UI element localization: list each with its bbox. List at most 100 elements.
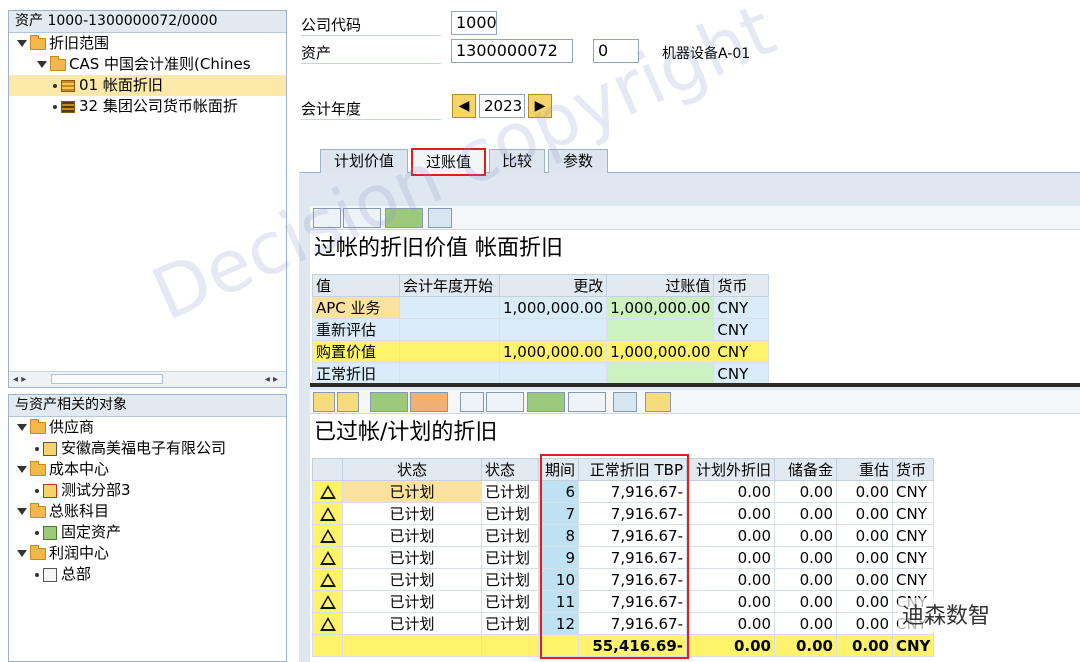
- asset-tree-panel: 资产 1000-1300000072/0000 折旧范围 CAS 中国会计准则(…: [8, 10, 287, 388]
- tab-comparison[interactable]: 比较: [489, 149, 545, 173]
- table-row[interactable]: 已计划 已计划 8 7,916.67- 0.00 0.00 0.00 CNY: [312, 524, 935, 547]
- table-row[interactable]: 重新评估 CNY: [312, 318, 770, 341]
- total-row[interactable]: 55,416.69- 0.00 0.00 0.00 CNY: [312, 634, 935, 657]
- filter-icon[interactable]: [337, 392, 359, 412]
- column-header-period[interactable]: 期间: [538, 458, 579, 481]
- warning-icon: [312, 524, 343, 547]
- tree-node-gl-account[interactable]: 总账科目: [9, 501, 286, 522]
- table-row[interactable]: 已计划 已计划 7 7,916.67- 0.00 0.00 0.00 CNY: [312, 502, 935, 525]
- horizontal-scrollbar[interactable]: ◂ ▸ ◂ ▸: [9, 371, 286, 387]
- tree-node-cost-center-name[interactable]: 测试分部3: [9, 480, 286, 501]
- column-header-reserve[interactable]: 储备金: [774, 458, 837, 481]
- table-row[interactable]: 购置价值 1,000,000.00 1,000,000.00 CNY: [312, 340, 770, 363]
- folder-icon: [30, 34, 46, 50]
- column-header-revaluation[interactable]: 重估: [836, 458, 893, 481]
- layout-menu-icon[interactable]: [568, 392, 606, 412]
- export-menu-icon[interactable]: [527, 392, 565, 412]
- asset-tree-title: 资产 1000-1300000072/0000: [9, 11, 286, 33]
- folder-icon: [50, 55, 66, 71]
- tab-parameters[interactable]: 参数: [548, 149, 608, 173]
- document-icon[interactable]: [645, 392, 671, 412]
- column-header-unplanned-depr[interactable]: 计划外折旧: [686, 458, 775, 481]
- expand-icon[interactable]: [17, 508, 27, 515]
- table-row[interactable]: 已计划 已计划 12 7,916.67- 0.00 0.00 0.00 CNY: [312, 612, 935, 635]
- info-icon[interactable]: [428, 208, 452, 228]
- expand-icon[interactable]: [17, 466, 27, 473]
- previous-year-button[interactable]: ◀: [452, 94, 476, 118]
- asset-subnumber-field[interactable]: 0: [593, 39, 639, 63]
- warning-icon: [312, 480, 343, 503]
- left-navigation: 资产 1000-1300000072/0000 折旧范围 CAS 中国会计准则(…: [0, 0, 291, 662]
- fiscal-year-label: 会计年度: [301, 100, 362, 118]
- posted-values-area: 过帐的折旧价值 帐面折旧 值 会计年度开始 更改 过账值 货币 APC 业务 1…: [310, 206, 1080, 385]
- table-header-row: 值 会计年度开始 更改 过账值 货币: [312, 274, 770, 297]
- values-toolbar: [310, 206, 1080, 230]
- related-objects-title: 与资产相关的对象: [9, 395, 286, 417]
- values-table: 值 会计年度开始 更改 过账值 货币 APC 业务 1,000,000.00 1…: [312, 274, 770, 385]
- column-header-normal-depr[interactable]: 正常折旧 TBP: [578, 458, 687, 481]
- tree-node-cost-center[interactable]: 成本中心: [9, 459, 286, 480]
- warning-icon: [312, 590, 343, 613]
- account-icon: [43, 525, 57, 540]
- tab-planned-values[interactable]: 计划价值: [320, 149, 408, 173]
- warning-icon: [312, 568, 343, 591]
- bullet-icon: [35, 488, 39, 493]
- bullet-icon: [35, 446, 39, 451]
- pane-splitter[interactable]: [310, 383, 1080, 387]
- print-icon[interactable]: [460, 392, 484, 412]
- tree-node-gl-account-name[interactable]: 固定资产: [9, 522, 286, 543]
- table-row[interactable]: 已计划 已计划 9 7,916.67- 0.00 0.00 0.00 CNY: [312, 546, 935, 569]
- total-currency: CNY: [891, 634, 935, 657]
- values-grid-title: 过帐的折旧价值 帐面折旧: [314, 236, 563, 261]
- column-header-currency[interactable]: 货币: [891, 458, 935, 481]
- table-row[interactable]: 已计划 已计划 6 7,916.67- 0.00 0.00 0.00 CNY: [312, 480, 935, 503]
- sort-ascending-icon[interactable]: [313, 392, 335, 412]
- asset-number-field[interactable]: 1300000072: [451, 39, 573, 63]
- related-objects-panel: 与资产相关的对象 供应商 安徽高美福电子有限公司 成本中心 测试分部3 总账科目…: [8, 394, 287, 662]
- column-header-change[interactable]: 更改: [498, 274, 608, 297]
- sum-icon[interactable]: [370, 392, 408, 412]
- tree-node-profit-center[interactable]: 利润中心: [9, 543, 286, 564]
- folder-icon: [30, 418, 46, 434]
- warning-icon: [312, 546, 343, 569]
- column-header-status-2[interactable]: 状态: [481, 458, 539, 481]
- tree-node-vendor-name[interactable]: 安徽高美福电子有限公司: [9, 438, 286, 459]
- column-header-value[interactable]: 值: [312, 274, 400, 297]
- table-row[interactable]: 已计划 已计划 11 7,916.67- 0.00 0.00 0.00 CNY: [312, 590, 935, 613]
- column-header-posted[interactable]: 过账值: [606, 274, 715, 297]
- column-header-status[interactable]: 状态: [342, 458, 482, 481]
- tab-posted-values[interactable]: 过账值: [411, 148, 486, 176]
- info-icon[interactable]: [613, 392, 637, 412]
- expand-icon[interactable]: [17, 424, 27, 431]
- print-icon[interactable]: [313, 208, 341, 228]
- company-code-field[interactable]: 1000: [451, 11, 497, 35]
- view-menu-icon[interactable]: [343, 208, 381, 228]
- table-row[interactable]: APC 业务 1,000,000.00 1,000,000.00 CNY: [312, 296, 770, 319]
- tree-node-vendor[interactable]: 供应商: [9, 417, 286, 438]
- company-code-label: 公司代码: [301, 16, 362, 34]
- folder-icon: [30, 502, 46, 518]
- tree-node-group-depreciation[interactable]: 32 集团公司货币帐面折: [9, 96, 286, 117]
- expand-icon[interactable]: [17, 40, 27, 47]
- column-header-fy-start[interactable]: 会计年度开始: [399, 274, 500, 297]
- view-menu-icon[interactable]: [486, 392, 524, 412]
- folder-icon: [30, 544, 46, 560]
- column-header-currency[interactable]: 货币: [713, 274, 770, 297]
- tree-node-depreciation-areas[interactable]: 折旧范围: [9, 33, 286, 54]
- fiscal-year-field[interactable]: 2023: [479, 94, 525, 118]
- export-menu-icon[interactable]: [385, 208, 423, 228]
- page-icon: [43, 567, 57, 582]
- table-row[interactable]: 正常折旧 CNY: [312, 362, 770, 385]
- total-revaluation: 0.00: [836, 634, 893, 657]
- depreciation-grid-title: 已过帐/计划的折旧: [314, 420, 498, 445]
- tree-node-book-depreciation[interactable]: 01 帐面折旧: [9, 75, 286, 96]
- subtotal-icon[interactable]: [410, 392, 448, 412]
- total-normal-depr: 55,416.69-: [578, 634, 687, 657]
- expand-icon[interactable]: [37, 61, 47, 68]
- table-row[interactable]: 已计划 已计划 10 7,916.67- 0.00 0.00 0.00 CNY: [312, 568, 935, 591]
- expand-icon[interactable]: [17, 550, 27, 557]
- next-year-button[interactable]: ▶: [528, 94, 552, 118]
- bullet-icon: [53, 104, 57, 109]
- tree-node-profit-center-name[interactable]: 总部: [9, 564, 286, 585]
- tree-node-cas[interactable]: CAS 中国会计准则(Chines: [9, 54, 286, 75]
